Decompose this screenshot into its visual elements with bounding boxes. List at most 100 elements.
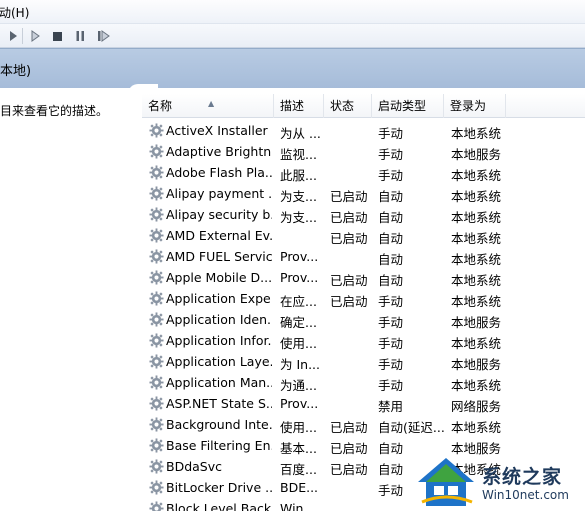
service-gear-icon — [149, 501, 164, 511]
service-description: Prov... — [280, 249, 319, 264]
column-logon-as[interactable]: 登录为 — [444, 94, 506, 118]
service-gear-icon — [149, 438, 164, 453]
service-description: 使用... — [280, 420, 317, 435]
watermark-name: 系统之家 — [482, 466, 563, 488]
service-logon-as: 本地系统 — [451, 189, 502, 204]
service-name: Alipay security b... — [166, 207, 272, 222]
service-description: 此服... — [280, 168, 317, 183]
service-name: Application Expe... — [166, 291, 272, 306]
service-gear-icon — [149, 228, 164, 243]
service-status: 已启动 — [330, 420, 368, 435]
service-gear-icon — [149, 396, 164, 411]
service-status: 已启动 — [330, 441, 368, 456]
service-status: 已启动 — [330, 462, 368, 477]
table-row[interactable]: AMD FUEL Service Prov... 自动 本地系统 — [142, 246, 585, 267]
service-name: Block Level Back... — [166, 501, 272, 511]
service-startup-type: 自动 — [378, 273, 404, 288]
service-name: ActiveX Installer ... — [166, 123, 272, 138]
watermark-url: Win10net.com — [482, 488, 569, 502]
restart-icon[interactable] — [96, 29, 110, 43]
service-startup-type: 自动 — [378, 231, 404, 246]
service-logon-as: 本地系统 — [451, 294, 502, 309]
table-row[interactable]: ActiveX Installer ... 为从 ... 手动 本地系统 — [142, 120, 585, 141]
table-row[interactable]: Application Iden... 确定... 手动 本地服务 — [142, 309, 585, 330]
service-description: Win... — [280, 501, 316, 511]
table-row[interactable]: Application Laye... 为 In... 手动 本地服务 — [142, 351, 585, 372]
toolbar-separator — [22, 28, 23, 44]
table-row[interactable]: Adobe Flash Pla... 此服... 手动 本地系统 — [142, 162, 585, 183]
service-gear-icon — [149, 459, 164, 474]
service-name: Adaptive Brightn... — [166, 144, 272, 159]
menu-bar: 动(H) — [0, 0, 585, 24]
service-name: Application Iden... — [166, 312, 272, 327]
service-gear-icon — [149, 186, 164, 201]
service-description: 基本... — [280, 441, 317, 456]
service-logon-as: 本地系统 — [451, 210, 502, 225]
service-name: ASP.NET State S... — [166, 396, 272, 411]
table-row[interactable]: Alipay security b... 为支... 已启动 自动 本地系统 — [142, 204, 585, 225]
service-status: 已启动 — [330, 231, 368, 246]
description-pane: 目来查看它的描述。 — [0, 88, 142, 511]
service-description: 为从 ... — [280, 126, 321, 141]
table-row[interactable]: ASP.NET State S... Prov... 禁用 网络服务 — [142, 393, 585, 414]
service-description: 确定... — [280, 315, 317, 330]
service-logon-as: 网络服务 — [451, 399, 502, 414]
description-text: 目来查看它的描述。 — [0, 104, 109, 118]
table-row[interactable]: Application Man... 为通... 手动 本地系统 — [142, 372, 585, 393]
menu-action[interactable]: 动(H) — [0, 4, 29, 21]
column-startup-type[interactable]: 启动类型 — [372, 94, 444, 118]
service-startup-type: 手动 — [378, 147, 404, 162]
service-logon-as: 本地系统 — [451, 126, 502, 141]
service-startup-type: 自动(延迟... — [378, 420, 444, 435]
service-gear-icon — [149, 333, 164, 348]
toolbar — [0, 24, 585, 48]
service-logon-as: 本地服务 — [451, 357, 502, 372]
service-description: 为 In... — [280, 357, 321, 372]
service-name: BitLocker Drive ... — [166, 480, 272, 495]
service-startup-type: 自动 — [378, 189, 404, 204]
service-gear-icon — [149, 249, 164, 264]
service-gear-icon — [149, 144, 164, 159]
service-name: Apple Mobile D... — [166, 270, 272, 285]
service-gear-icon — [149, 480, 164, 495]
service-name: Adobe Flash Pla... — [166, 165, 272, 180]
service-gear-icon — [149, 165, 164, 180]
table-row[interactable]: Application Expe... 在应... 已启动 手动 本地系统 — [142, 288, 585, 309]
service-description: 在应... — [280, 294, 317, 309]
service-description: Prov... — [280, 270, 319, 285]
play-outline-icon[interactable] — [28, 29, 42, 43]
table-row[interactable]: AMD External Ev... 已启动 自动 本地系统 — [142, 225, 585, 246]
column-status[interactable]: 状态 — [324, 94, 372, 118]
service-gear-icon — [149, 354, 164, 369]
house-logo-icon — [418, 458, 474, 506]
service-startup-type: 手动 — [378, 315, 404, 330]
service-logon-as: 本地系统 — [451, 420, 502, 435]
service-name: Application Laye... — [166, 354, 272, 369]
pause-icon[interactable] — [73, 29, 87, 43]
table-row[interactable]: Apple Mobile D... Prov... 已启动 自动 本地系统 — [142, 267, 585, 288]
column-header: 名称 ▲ 描述 状态 启动类型 登录为 — [142, 94, 585, 118]
table-row[interactable]: Application Infor... 使用... 手动 本地系统 — [142, 330, 585, 351]
service-startup-type: 自动 — [378, 210, 404, 225]
service-logon-as: 本地系统 — [451, 336, 502, 351]
service-name: AMD External Ev... — [166, 228, 272, 243]
table-row[interactable]: Adaptive Brightn... 监视... 手动 本地服务 — [142, 141, 585, 162]
stop-icon[interactable] — [50, 29, 64, 43]
table-row[interactable]: Background Inte... 使用... 已启动 自动(延迟... 本地系统 — [142, 414, 585, 435]
column-name[interactable]: 名称 ▲ — [142, 94, 274, 118]
service-name: Base Filtering En... — [166, 438, 272, 453]
service-gear-icon — [149, 417, 164, 432]
table-row[interactable]: Alipay payment ... 为支... 已启动 自动 本地系统 — [142, 183, 585, 204]
service-name: BDdaSvc — [166, 459, 222, 474]
service-startup-type: 手动 — [378, 357, 404, 372]
service-startup-type: 禁用 — [378, 399, 404, 414]
service-description: 监视... — [280, 147, 317, 162]
column-description[interactable]: 描述 — [274, 94, 324, 118]
service-description: BDE... — [280, 480, 319, 495]
header-band: 本地) — [0, 48, 585, 88]
service-status: 已启动 — [330, 189, 368, 204]
service-name: Application Man... — [166, 375, 272, 390]
play-icon[interactable] — [6, 29, 20, 43]
service-description: 为通... — [280, 378, 317, 393]
service-status: 已启动 — [330, 273, 368, 288]
